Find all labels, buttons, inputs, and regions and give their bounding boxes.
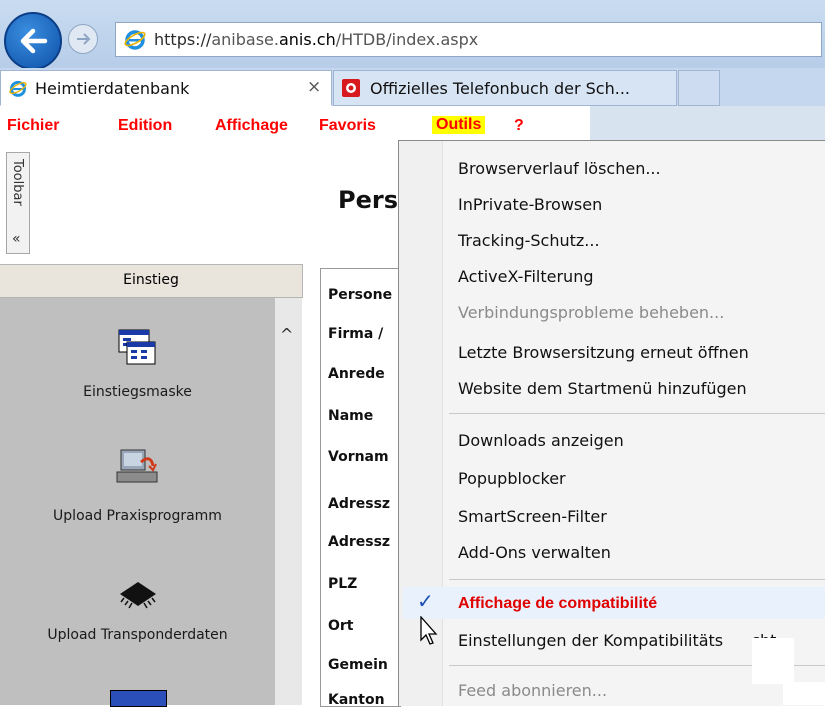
url-scheme: https:// xyxy=(154,30,212,49)
menu-help[interactable]: ? xyxy=(514,117,524,135)
menu-item-feed-abonnieren: Feed abonnieren... xyxy=(458,681,608,700)
form-label: Name xyxy=(328,408,374,424)
close-tab-icon[interactable]: × xyxy=(307,77,321,97)
menu-favoris[interactable]: Favoris xyxy=(319,117,376,135)
toolbar-label: Toolbar xyxy=(10,159,25,206)
address-bar-area: https://anibase.anis.ch/HTDB/index.aspx xyxy=(0,0,825,70)
tab-label: Heimtierdatenbank xyxy=(35,79,190,98)
new-tab-button[interactable] xyxy=(678,70,720,106)
menu-item-addons[interactable]: Add-Ons verwalten xyxy=(458,543,611,562)
sidebar-scrollbar[interactable] xyxy=(275,298,302,705)
forward-button[interactable] xyxy=(68,24,98,54)
menu-item-inprivate[interactable]: InPrivate-Browsen xyxy=(458,195,602,214)
upload-computer-icon xyxy=(116,449,158,483)
form-label: Anrede xyxy=(328,366,385,382)
menu-item-kompat-einstellungen[interactable]: Einstellungen der Kompatibilitätscht xyxy=(458,631,776,650)
form-window-icon xyxy=(118,329,156,365)
address-field[interactable]: https://anibase.anis.ch/HTDB/index.aspx xyxy=(115,22,822,57)
collapse-icon: « xyxy=(12,231,21,247)
form-label: Firma / xyxy=(328,326,384,342)
overlay-patch xyxy=(783,682,825,705)
internet-explorer-icon xyxy=(9,80,27,97)
url-path: /HTDB/index.aspx xyxy=(335,30,479,49)
tab-label: Offizielles Telefonbuch der Sch... xyxy=(370,79,630,98)
telefonbuch-favicon-icon xyxy=(342,79,360,97)
microchip-icon xyxy=(120,582,156,609)
scroll-up-icon[interactable]: ^ xyxy=(280,325,293,344)
form-window-icon xyxy=(110,690,167,707)
menu-item-downloads[interactable]: Downloads anzeigen xyxy=(458,431,624,450)
back-button[interactable] xyxy=(4,12,62,70)
menu-item-label: Einstellungen der Kompatibilitäts xyxy=(458,631,724,650)
menu-item-startmenu[interactable]: Website dem Startmenü hinzufügen xyxy=(458,379,747,398)
arrow-left-icon xyxy=(20,28,48,54)
tab-bar: Heimtierdatenbank × Offizielles Telefonb… xyxy=(0,68,825,107)
url-host: anis.ch xyxy=(278,30,336,49)
form-label: Adressz xyxy=(328,496,391,512)
menu-bar: Fichier Edition Affichage Favoris Outils… xyxy=(0,106,590,144)
tab-heimtierdatenbank[interactable]: Heimtierdatenbank × xyxy=(0,70,332,106)
menu-item-verbindungsprobleme: Verbindungsprobleme beheben... xyxy=(458,303,725,322)
menu-edition[interactable]: Edition xyxy=(118,117,172,135)
menu-bar-background xyxy=(590,106,825,144)
form-label: PLZ xyxy=(328,576,358,592)
form-label: Kanton xyxy=(328,692,385,708)
menu-item-activex[interactable]: ActiveX-Filterung xyxy=(458,267,594,286)
menu-item-popupblocker[interactable]: Popupblocker xyxy=(458,469,566,488)
sidebar-header[interactable]: Einstieg xyxy=(0,264,303,298)
mouse-cursor-icon xyxy=(420,616,438,645)
form-label: Ort xyxy=(328,618,354,634)
menu-separator xyxy=(449,579,825,580)
menu-item-browsersitzung[interactable]: Letzte Browsersitzung erneut öffnen xyxy=(458,343,749,362)
toolbar-toggle[interactable]: Toolbar « xyxy=(6,152,30,254)
menu-item-smartscreen[interactable]: SmartScreen-Filter xyxy=(458,507,607,526)
form-label: Vornam xyxy=(328,449,389,465)
form-label: Persone xyxy=(328,287,393,303)
url-text: https://anibase.anis.ch/HTDB/index.aspx xyxy=(154,30,478,49)
menu-fichier[interactable]: Fichier xyxy=(7,117,59,135)
menu-item-tracking-schutz[interactable]: Tracking-Schutz... xyxy=(458,231,600,250)
sidebar-item-label: Upload Transponderdaten xyxy=(47,627,228,643)
form-label: Adressz xyxy=(328,534,391,550)
checkmark-icon: ✓ xyxy=(417,589,434,613)
page-title: Pers xyxy=(338,186,398,214)
sidebar-item-upload-praxisprogramm[interactable]: Upload Praxisprogramm xyxy=(0,448,275,528)
form-label: Gemein xyxy=(328,657,388,673)
sidebar-item-label: Upload Praxisprogramm xyxy=(53,508,222,524)
tab-telefonbuch[interactable]: Offizielles Telefonbuch der Sch... xyxy=(333,70,677,106)
sidebar-item-einstiegsmaske[interactable]: Einstiegsmaske xyxy=(0,328,275,408)
sidebar-header-label: Einstieg xyxy=(123,272,179,288)
internet-explorer-icon xyxy=(124,30,146,50)
menu-item-compatibilite[interactable]: Affichage de compatibilité xyxy=(458,595,657,613)
url-host-prefix: anibase. xyxy=(211,30,279,49)
sidebar-item-label: Einstiegsmaske xyxy=(83,384,192,400)
menu-affichage[interactable]: Affichage xyxy=(215,117,288,135)
overlay-patch xyxy=(752,638,794,684)
sidebar-item-upload-transponderdaten[interactable]: Upload Transponderdaten xyxy=(0,580,275,660)
menu-outils[interactable]: Outils xyxy=(432,116,486,134)
tools-menu: Browserverlauf löschen... InPrivate-Brow… xyxy=(398,140,825,706)
arrow-right-icon xyxy=(77,33,91,45)
menu-item-browserverlauf[interactable]: Browserverlauf löschen... xyxy=(458,159,661,178)
menu-separator xyxy=(449,413,825,414)
